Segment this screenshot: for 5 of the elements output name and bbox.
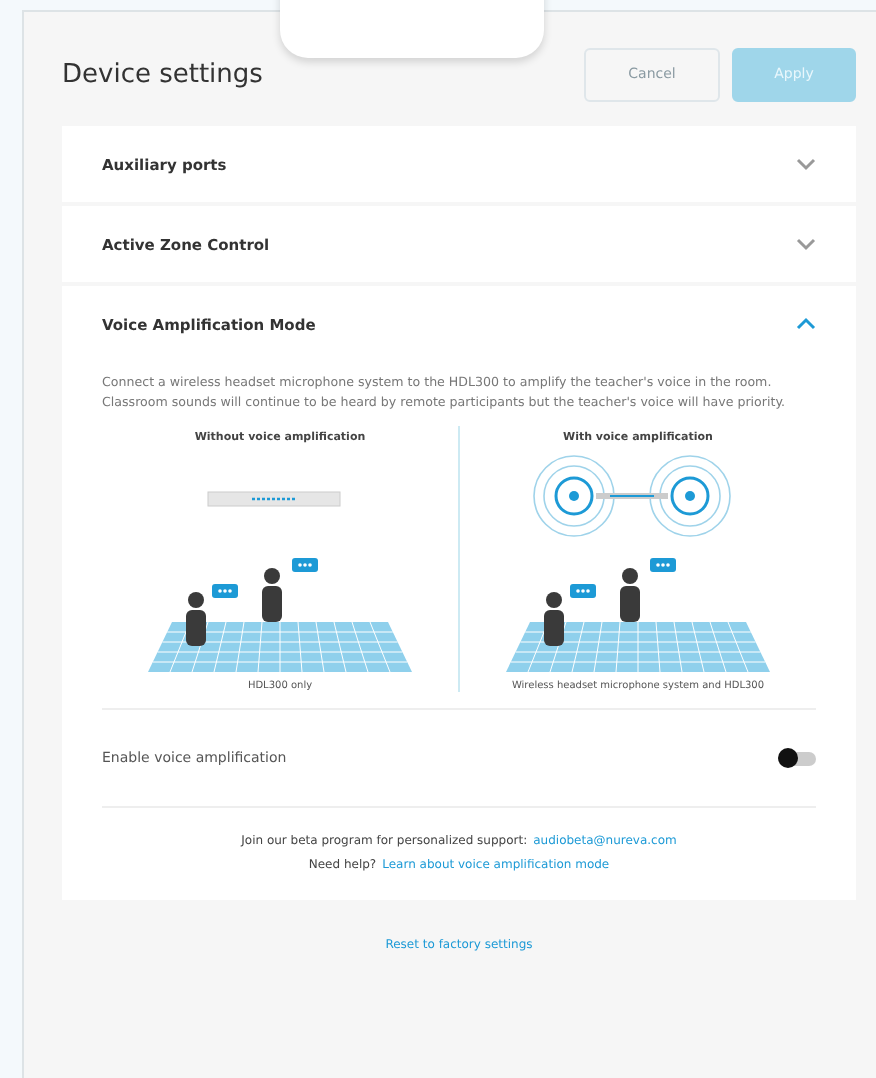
chevron-down-icon xyxy=(796,236,816,252)
chevron-up-icon xyxy=(796,316,816,332)
chevron-down-icon xyxy=(796,156,816,172)
page-title: Device settings xyxy=(62,59,263,89)
toggle-switch[interactable] xyxy=(780,751,816,765)
